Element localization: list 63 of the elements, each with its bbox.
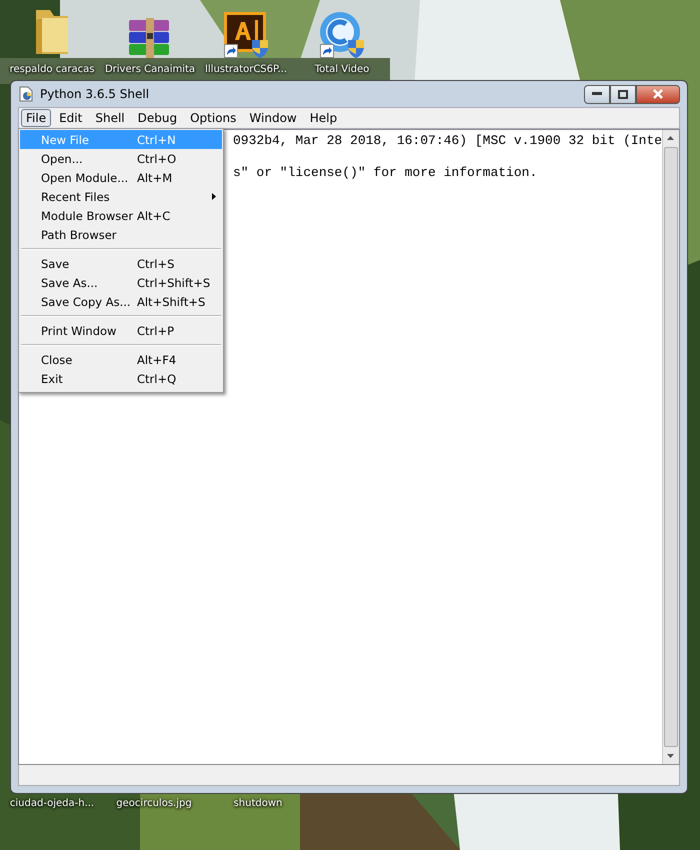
icon-label[interactable]: shutdown [208,798,308,809]
menu-item[interactable]: Debug [132,109,182,127]
menu-item[interactable]: Print Window Ctrl+P [20,321,222,340]
icon-label[interactable]: IllustratorCS6P... [204,64,288,75]
menu-item-label: Save As... [41,276,99,290]
python-file-icon [18,86,34,102]
shortcut-label: Alt+M [137,170,172,184]
menu-item-label: Print Window [41,324,118,338]
menu-item[interactable]: Module Browser Alt+C [20,206,222,225]
menu-item-label: Close [41,352,74,366]
menu-item-label: Save Copy As... [41,294,132,308]
menu-item[interactable]: Edit [54,109,88,127]
scroll-thumb[interactable] [664,147,678,747]
window-title: Python 3.6.5 Shell [40,87,150,101]
shell-output-line: s" or "license()" for more information. [233,165,538,181]
menu-item[interactable]: Close Alt+F4 [20,350,222,369]
menu-item[interactable]: Save As... Ctrl+Shift+S [20,273,222,292]
menu-item[interactable]: Open... Ctrl+O [20,149,222,168]
shortcut-label: Ctrl+Shift+S [137,276,210,290]
shortcut-label: Alt+C [137,208,170,222]
menu-item-label: Open... [41,152,84,166]
menu-item[interactable]: Path Browser [20,225,222,244]
minimize-button[interactable] [584,84,610,104]
menu-item[interactable]: File [21,109,52,127]
submenu-arrow-icon [212,193,216,200]
menu-item[interactable]: Shell [90,109,130,127]
icon-label[interactable]: Total Video [314,64,370,75]
menu-item-label: Exit [41,372,64,386]
maximize-icon [618,90,628,98]
maximize-button[interactable] [610,84,636,104]
menu-item[interactable]: Help [304,109,342,127]
menu-item[interactable]: Open Module... Alt+M [20,168,222,187]
menu-item[interactable]: Exit Ctrl+Q [20,369,222,388]
shortcut-label: Ctrl+P [137,324,174,338]
scrollbar[interactable] [662,130,679,764]
menu-item-label: Recent Files [41,190,111,204]
shortcut-arrow-icon [224,44,238,58]
close-icon [653,89,663,99]
shortcut-arrow-icon [320,44,334,58]
shortcut-label: Ctrl+O [137,152,176,166]
shortcut-label: Alt+Shift+S [137,294,206,308]
menu-item[interactable]: Window [244,109,302,127]
shortcut-label: Ctrl+N [137,132,176,146]
icon-label[interactable]: geocirculos.jpg [104,798,204,809]
menu-item[interactable]: Save Ctrl+S [20,254,222,273]
menu-item-label: Save [41,256,70,270]
icon-label[interactable]: Drivers Canaimita [104,64,196,75]
close-button[interactable] [636,84,680,104]
menu-item-label: Path Browser [41,228,118,242]
ai-app-icon [222,10,270,58]
icon-label[interactable]: ciudad-ojeda-h... [2,798,102,809]
menu-item-label: Module Browser [41,208,134,222]
menu-item-label: Open Module... [41,170,130,184]
shell-output-line: 0932b4, Mar 28 2018, 16:07:46) [MSC v.1900 32 bit (Inte [233,133,662,149]
menu-item-label: New File [41,132,90,146]
menu-item[interactable]: Recent Files [20,187,222,206]
icon-label[interactable]: respaldo caracas [10,64,94,75]
minimize-icon [592,92,602,96]
shortcut-label: Alt+F4 [137,352,176,366]
menu-item[interactable]: Save Copy As... Alt+Shift+S [20,292,222,311]
shortcut-label: Ctrl+S [137,256,174,270]
shortcut-label: Ctrl+Q [137,372,176,386]
menu-item[interactable]: Options [185,109,242,127]
